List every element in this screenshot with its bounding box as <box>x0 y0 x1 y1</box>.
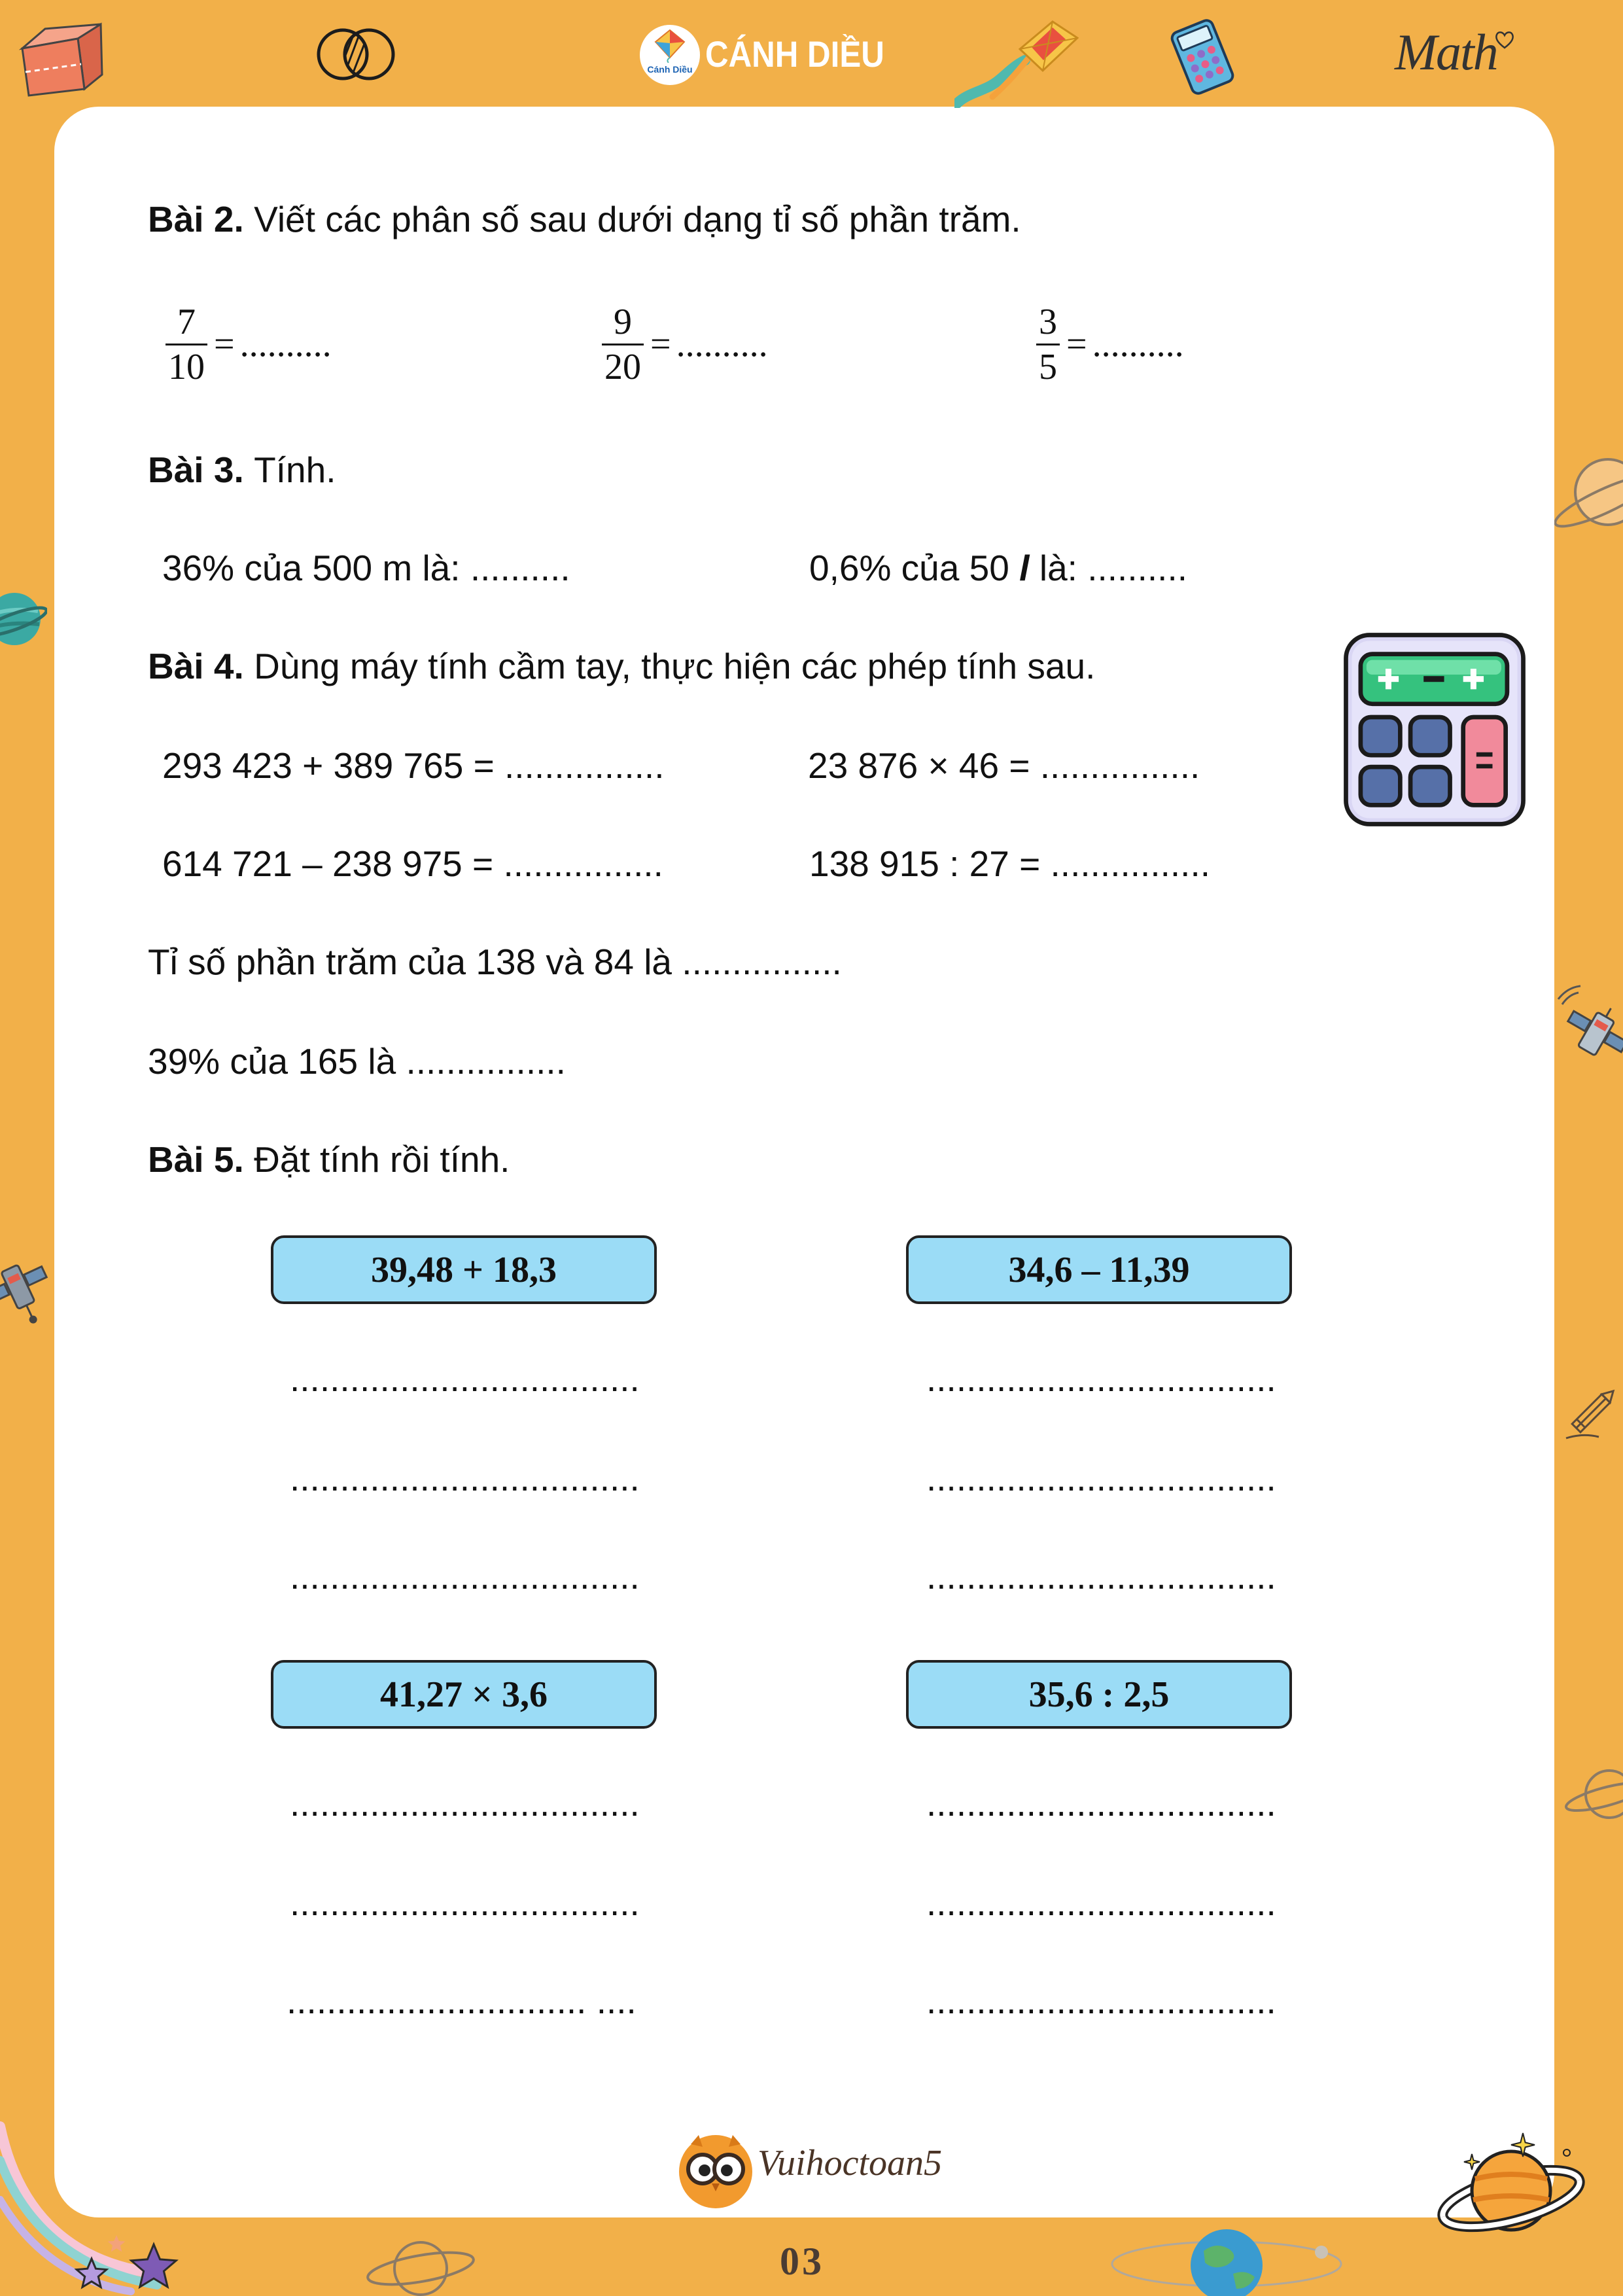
problem-box: 35,6 : 2,5 <box>906 1660 1292 1729</box>
calculator-icon <box>1170 19 1234 95</box>
fraction-bar <box>602 343 644 345</box>
satellite-icon <box>1557 985 1623 1056</box>
item-text: 0,6% của 50 <box>809 548 1009 588</box>
fraction-item: 7 10 = .......... <box>166 300 332 388</box>
problem-box: 41,27 × 3,6 <box>271 1660 657 1729</box>
exercise-instruction: Dùng máy tính cầm tay, thực hiện các phé… <box>254 646 1096 686</box>
working-line: ................................... <box>290 1556 640 1597</box>
working-line: ................................... <box>926 1882 1276 1923</box>
owl-logo-icon <box>679 2135 752 2208</box>
numerator: 7 <box>177 301 196 342</box>
equals-sign: = <box>214 324 235 364</box>
fraction-bar <box>1036 343 1060 345</box>
satellite-icon <box>0 1264 48 1324</box>
exercise-label: Bài 4. <box>148 646 244 686</box>
calculation-item: 23 876 × 46 = ................ <box>808 745 1200 786</box>
denominator: 10 <box>168 346 205 387</box>
exercise-5-heading: Bài 5. Đặt tính rồi tính. <box>148 1138 510 1181</box>
exercise-2-heading: Bài 2. Viết các phân số sau dưới dạng tỉ … <box>148 198 1021 241</box>
fraction: 3 5 <box>1036 302 1060 387</box>
working-line: ................................... <box>926 1783 1276 1824</box>
saturn-icon <box>1437 2127 1585 2233</box>
exercise-3-heading: Bài 3. Tính. <box>148 448 336 491</box>
working-line: .............................. .... <box>287 1981 637 2021</box>
percent-ratio-item: Tỉ số phần trăm của 138 và 84 là .......… <box>148 942 842 982</box>
fraction-item: 9 20 = .......... <box>602 300 768 388</box>
calculation-item: 293 423 + 389 765 = ................ <box>162 745 665 786</box>
brand-badge-text: Cánh Diều <box>647 64 693 75</box>
calculation-item: 138 915 : 27 = ................ <box>809 843 1211 884</box>
exercise-instruction: Viết các phân số sau dưới dạng tỉ số phầ… <box>254 199 1021 239</box>
comet-stars-icon <box>0 2121 196 2296</box>
working-line: ................................... <box>926 1556 1276 1597</box>
numerator: 9 <box>614 301 632 342</box>
rectangular-prism-icon <box>19 22 103 97</box>
fraction: 9 20 <box>602 302 644 387</box>
teal-planet-icon <box>0 593 47 645</box>
fraction-item: 3 5 = .......... <box>1036 300 1184 388</box>
percent-of-item: 39% của 165 là ................ <box>148 1041 566 1082</box>
denominator: 20 <box>604 346 641 387</box>
saturn-outline-icon <box>1565 1769 1623 1819</box>
saturn-outline-icon <box>1554 458 1623 528</box>
brand-logo-badge: Cánh Diều <box>640 25 700 85</box>
unit-liter: l <box>1019 548 1030 588</box>
working-line: ................................... <box>290 1783 640 1824</box>
calculator-icon <box>1344 633 1526 826</box>
item-text: là: .......... <box>1039 548 1188 588</box>
heart-icon <box>1495 31 1514 49</box>
percent-of-item: 36% của 500 m là: .......... <box>162 548 570 588</box>
working-line: ................................... <box>926 1981 1276 2021</box>
problem-box: 34,6 – 11,39 <box>906 1235 1292 1304</box>
exercise-label: Bài 5. <box>148 1139 244 1180</box>
exercise-instruction: Tính. <box>254 450 336 490</box>
exercise-label: Bài 3. <box>148 450 244 490</box>
footer-brand: Vuihoctoan5 <box>758 2143 943 2183</box>
answer-blank: .......... <box>239 324 332 364</box>
working-line: ................................... <box>290 1358 640 1399</box>
earth-icon <box>1111 2229 1342 2296</box>
working-line: ................................... <box>290 1882 640 1923</box>
kite-logo-icon <box>654 29 686 63</box>
equals-sign: = <box>650 324 671 364</box>
saturn-outline-icon <box>366 2241 475 2296</box>
working-line: ................................... <box>290 1458 640 1498</box>
exercise-label: Bài 2. <box>148 199 244 239</box>
math-handwritten-label: Math <box>1395 24 1499 80</box>
percent-of-item: 0,6% của 50 l là: .......... <box>809 546 1187 590</box>
fraction: 7 10 <box>166 302 207 387</box>
numerator: 3 <box>1039 301 1057 342</box>
answer-blank: .......... <box>676 324 768 364</box>
equals-sign: = <box>1066 324 1087 364</box>
kite-icon <box>954 20 1079 108</box>
denominator: 5 <box>1039 346 1057 387</box>
pencil-icon <box>1565 1389 1615 1439</box>
venn-diagram-icon <box>317 28 395 80</box>
problem-box: 39,48 + 18,3 <box>271 1235 657 1304</box>
answer-blank: .......... <box>1092 324 1184 364</box>
fraction-bar <box>166 343 207 345</box>
exercise-instruction: Đặt tính rồi tính. <box>254 1139 510 1180</box>
working-line: ................................... <box>926 1358 1276 1399</box>
exercise-4-heading: Bài 4. Dùng máy tính cầm tay, thực hiện c… <box>148 645 1095 688</box>
page-number: 03 <box>780 2240 824 2283</box>
calculation-item: 614 721 – 238 975 = ................ <box>162 843 663 884</box>
working-line: ................................... <box>926 1458 1276 1498</box>
brand-name: CÁNH DIỀU <box>705 33 884 75</box>
